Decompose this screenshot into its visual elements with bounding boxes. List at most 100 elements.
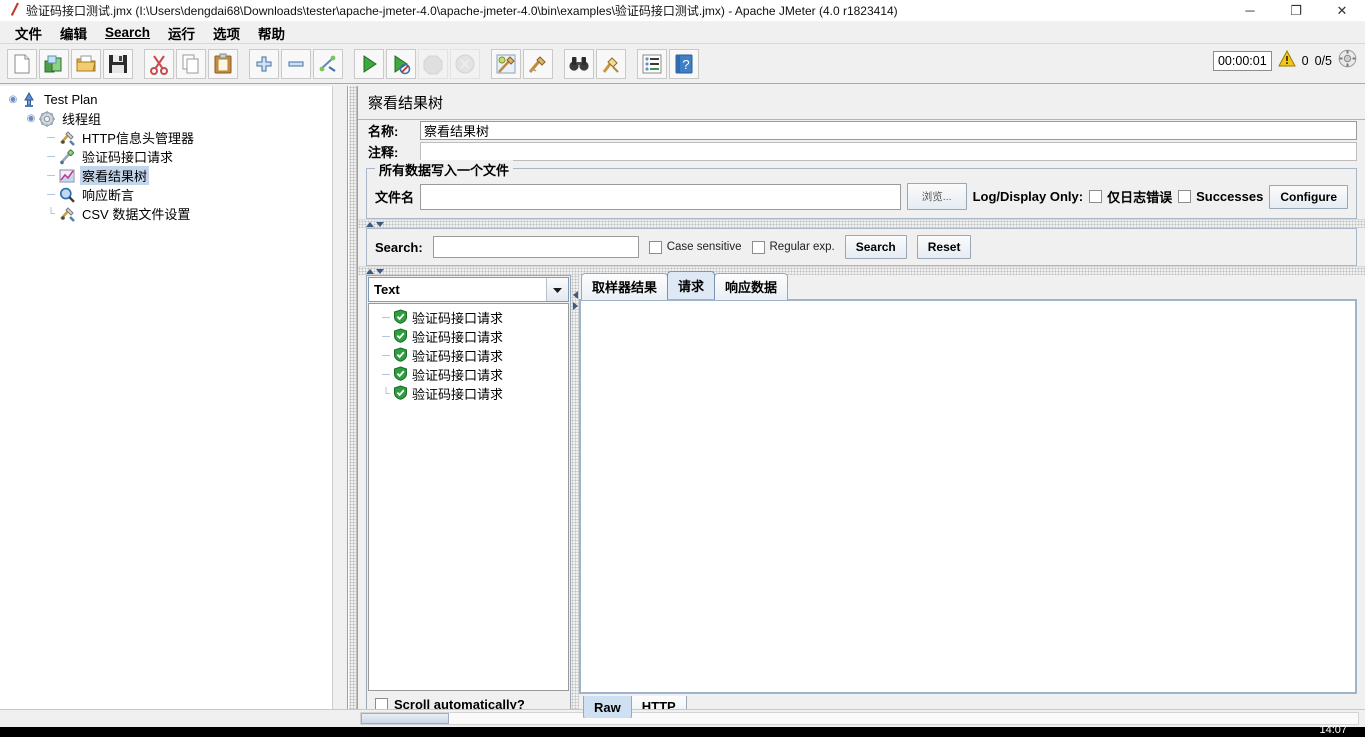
tree-line-icon: ─ bbox=[47, 169, 55, 182]
regex-checkbox[interactable]: Regular exp. bbox=[751, 240, 835, 254]
paste-button[interactable] bbox=[208, 48, 238, 79]
comment-label: 注释: bbox=[368, 145, 399, 160]
tree-node-captcha-request[interactable]: ─ 验证码接口请求 bbox=[4, 147, 347, 166]
collapse-up-icon[interactable] bbox=[366, 221, 374, 227]
remote-engines-icon[interactable] bbox=[1338, 49, 1357, 73]
filename-row: 文件名 浏览... Log/Display Only: 仅日志错误 Succes… bbox=[375, 183, 1348, 210]
svg-text:?: ? bbox=[682, 57, 689, 72]
tree-node-http-header-manager[interactable]: ─ HTTP信息头管理器 bbox=[4, 128, 347, 147]
name-input[interactable]: 察看结果树 bbox=[420, 121, 1357, 140]
log-display-only-label: Log/Display Only: bbox=[972, 189, 1084, 204]
window-minimize-button[interactable]: ─ bbox=[1227, 0, 1273, 22]
page-title: 察看结果树 bbox=[358, 86, 1365, 120]
menu-file[interactable]: 文件 bbox=[6, 21, 51, 45]
case-sensitive-checkbox[interactable]: Case sensitive bbox=[648, 240, 742, 254]
open-folder-button[interactable] bbox=[71, 48, 101, 79]
chevron-down-icon[interactable] bbox=[546, 278, 568, 301]
header-manager-icon bbox=[58, 129, 78, 147]
tab-request[interactable]: 请求 bbox=[667, 271, 716, 299]
tree-node-view-results-tree[interactable]: ─ 察看结果树 bbox=[4, 166, 347, 185]
browse-button[interactable]: 浏览... bbox=[906, 183, 967, 210]
list-item[interactable]: ─ 验证码接口请求 bbox=[369, 327, 568, 346]
tree-line-icon: ─ bbox=[47, 150, 55, 163]
expand-all-button[interactable] bbox=[249, 48, 279, 79]
templates-button[interactable] bbox=[39, 48, 69, 79]
regex-label: Regular exp. bbox=[769, 241, 835, 253]
tree-vertical-scrollbar[interactable] bbox=[332, 86, 347, 718]
collapse-left-icon[interactable] bbox=[572, 291, 578, 299]
search-input[interactable] bbox=[432, 236, 639, 258]
filename-input[interactable] bbox=[420, 183, 901, 210]
collapse-all-button[interactable] bbox=[281, 48, 311, 79]
case-sensitive-label: Case sensitive bbox=[666, 241, 742, 253]
horizontal-scrollbar[interactable] bbox=[360, 712, 1359, 725]
main-split-pane: ◉ Test Plan ◉ 线程组 ─ HTTP信息头管理器 ─ 验证码接口请求… bbox=[0, 86, 1365, 719]
config-collapse-strip[interactable] bbox=[358, 219, 1365, 228]
tree-node-thread-group[interactable]: ◉ 线程组 bbox=[4, 109, 347, 128]
tab-response-data[interactable]: 响应数据 bbox=[714, 273, 789, 300]
collapse-right-icon[interactable] bbox=[572, 302, 578, 310]
function-list-icon[interactable] bbox=[637, 48, 667, 79]
tree-node-response-assertion[interactable]: ─ 响应断言 bbox=[4, 185, 347, 204]
tree-node-csv-data-set[interactable]: └ CSV 数据文件设置 bbox=[4, 204, 347, 223]
test-plan-tree-panel[interactable]: ◉ Test Plan ◉ 线程组 ─ HTTP信息头管理器 ─ 验证码接口请求… bbox=[0, 86, 348, 719]
cut-button[interactable] bbox=[144, 48, 174, 79]
search-button[interactable]: Search bbox=[844, 235, 907, 259]
clear-all-button[interactable] bbox=[523, 48, 553, 79]
configure-button[interactable]: Configure bbox=[1269, 184, 1348, 209]
taskbar-clock: 14:07 bbox=[1319, 724, 1347, 736]
list-item[interactable]: ─ 验证码接口请求 bbox=[369, 308, 568, 327]
expand-knob-icon[interactable]: ◉ bbox=[24, 113, 38, 124]
checkbox-box[interactable] bbox=[648, 240, 662, 254]
search-collapse-strip[interactable] bbox=[358, 266, 1365, 275]
broom-reset-icon[interactable] bbox=[596, 48, 626, 79]
new-button[interactable] bbox=[7, 48, 37, 79]
help-book-icon[interactable]: ? bbox=[669, 48, 699, 79]
checkbox-box[interactable] bbox=[1089, 190, 1103, 203]
menu-help[interactable]: 帮助 bbox=[249, 21, 294, 45]
tree-node-label: 验证码接口请求 bbox=[82, 150, 174, 165]
window-maximize-button[interactable]: ❐ bbox=[1273, 0, 1319, 22]
expand-knob-icon[interactable]: ◉ bbox=[6, 94, 20, 105]
menu-edit[interactable]: 编辑 bbox=[51, 21, 96, 45]
tree-node-test-plan[interactable]: ◉ Test Plan bbox=[4, 90, 347, 109]
window-close-button[interactable]: ✕ bbox=[1319, 0, 1365, 22]
collapse-up-icon[interactable] bbox=[366, 268, 374, 274]
error-count: 0 bbox=[1301, 54, 1309, 68]
clear-button[interactable] bbox=[491, 48, 521, 79]
tab-sampler-result[interactable]: 取样器结果 bbox=[581, 273, 669, 300]
checkbox-box[interactable] bbox=[751, 240, 765, 254]
results-tree[interactable]: ─ 验证码接口请求 ─ 验证码接口请求 ─ 验证码接口请求 ─ 验证码接口请求 … bbox=[368, 303, 569, 691]
comment-input[interactable] bbox=[420, 142, 1357, 161]
successes-checkbox[interactable]: Successes bbox=[1178, 189, 1263, 204]
tab-raw[interactable]: Raw bbox=[583, 696, 632, 718]
start-no-timers-button[interactable] bbox=[386, 48, 416, 79]
errors-only-checkbox[interactable]: 仅日志错误 bbox=[1089, 187, 1172, 206]
vertical-splitter[interactable] bbox=[348, 86, 357, 719]
list-item[interactable]: └ 验证码接口请求 bbox=[369, 384, 568, 403]
start-button[interactable] bbox=[354, 48, 384, 79]
toggle-arrows-button[interactable] bbox=[313, 48, 343, 79]
horizontal-scrollbar-thumb[interactable] bbox=[361, 713, 449, 724]
renderer-combobox[interactable]: Text bbox=[368, 277, 569, 302]
tree-line-icon: └ bbox=[382, 387, 390, 400]
request-content-area[interactable] bbox=[579, 299, 1357, 694]
menu-search[interactable]: Search bbox=[96, 23, 159, 42]
collapse-down-icon[interactable] bbox=[376, 221, 384, 227]
checkbox-box[interactable] bbox=[1178, 190, 1192, 203]
copy-button[interactable] bbox=[176, 48, 206, 79]
list-item[interactable]: ─ 验证码接口请求 bbox=[369, 346, 568, 365]
menu-options[interactable]: 选项 bbox=[204, 21, 249, 45]
binoculars-icon[interactable] bbox=[564, 48, 594, 79]
reset-button[interactable]: Reset bbox=[916, 235, 972, 259]
collapse-down-icon[interactable] bbox=[376, 268, 384, 274]
save-button[interactable] bbox=[103, 48, 133, 79]
csv-data-set-icon bbox=[58, 205, 78, 223]
thread-group-icon bbox=[38, 110, 58, 128]
menu-run[interactable]: 运行 bbox=[159, 21, 204, 45]
toolbar-status-area: 00:00:01 0 0/5 bbox=[1212, 49, 1357, 73]
warning-triangle-icon[interactable] bbox=[1277, 49, 1296, 73]
list-item[interactable]: ─ 验证码接口请求 bbox=[369, 365, 568, 384]
results-splitter[interactable] bbox=[571, 275, 579, 718]
tree-node-label: Test Plan bbox=[44, 92, 98, 107]
